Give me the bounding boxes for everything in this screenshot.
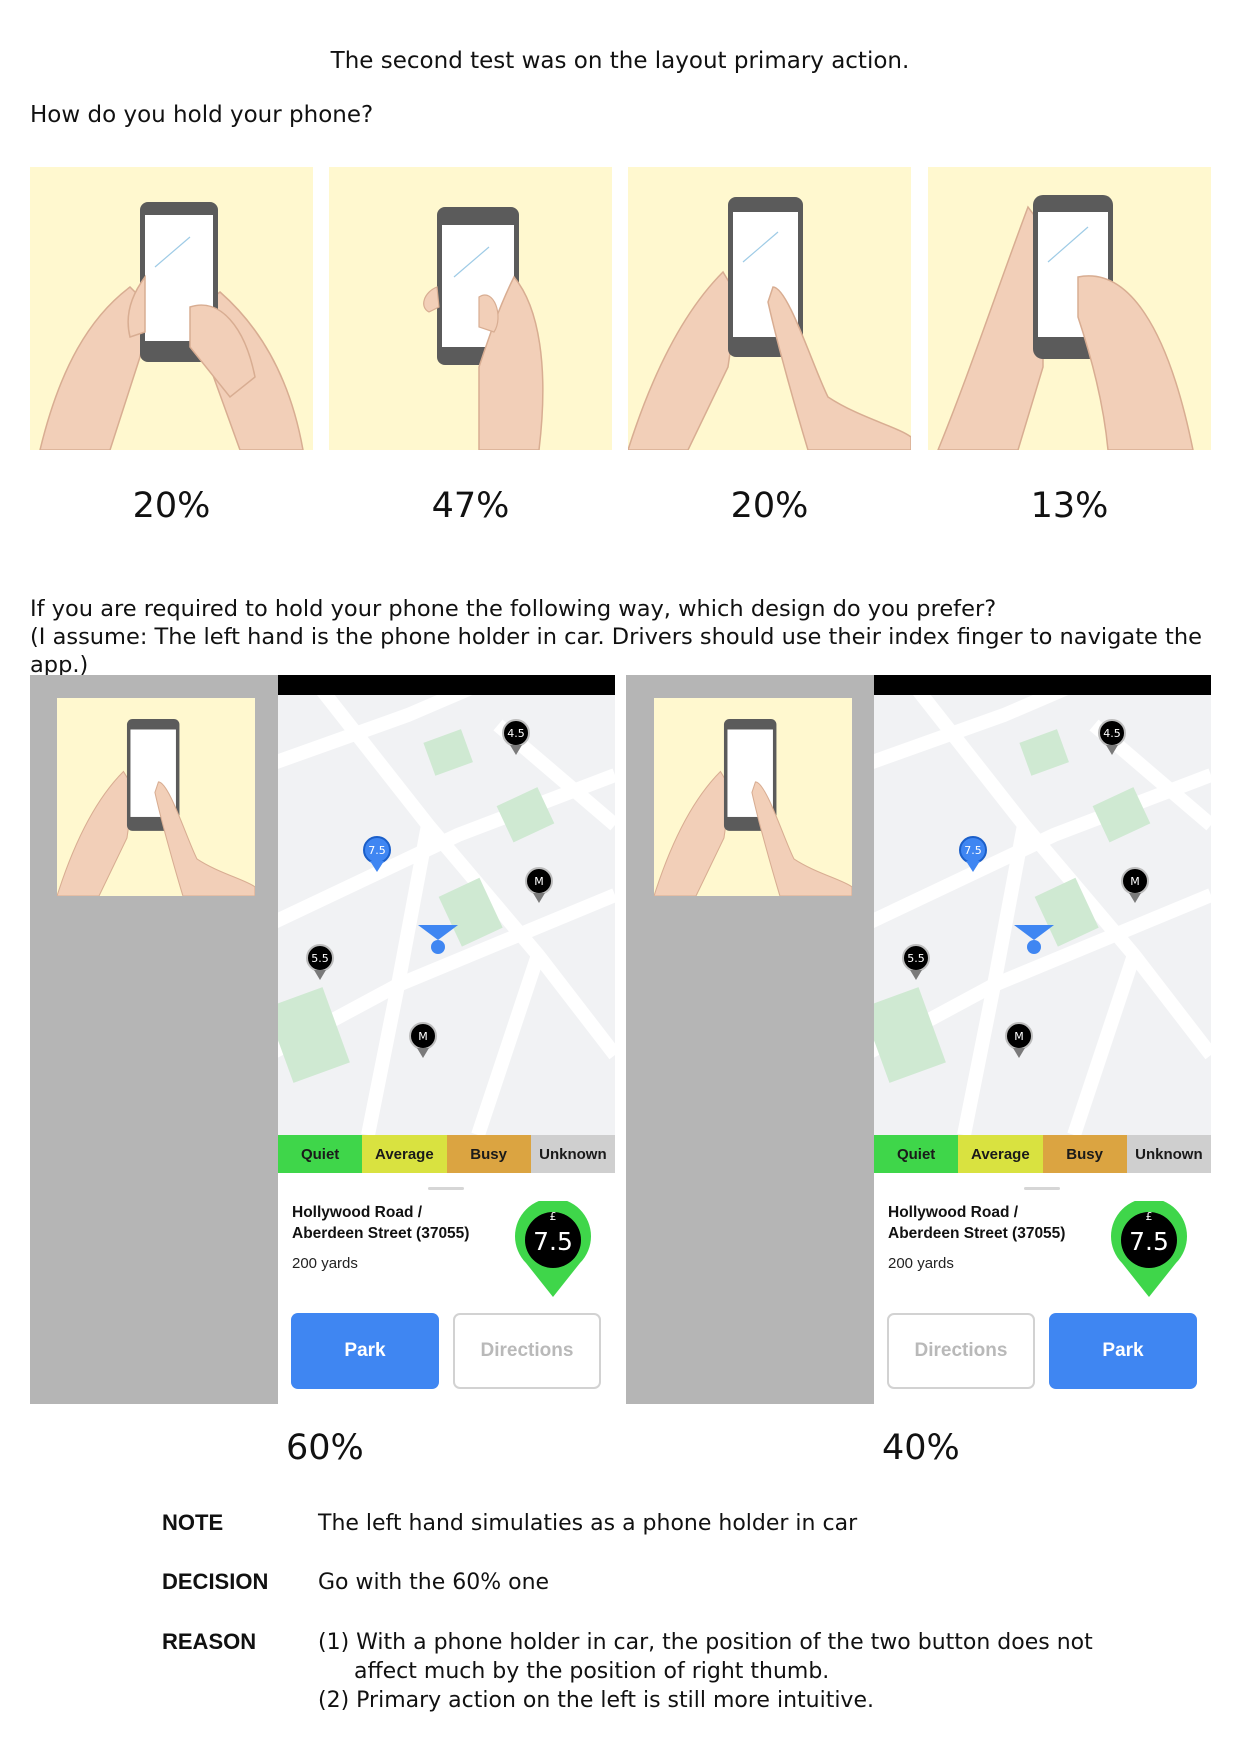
design-b-status-bar [874,675,1211,695]
design-a-map[interactable]: 4.5 7.5 M 5.5 M [278,695,615,1135]
map-pin-label: 7.5 [368,844,386,857]
question-design-line2: (I assume: The left hand is the phone ho… [30,624,1202,678]
legend-unknown: Unknown [1126,1135,1211,1173]
hold-style-one-hand-image [329,167,612,450]
price-value: 7.5 [533,1227,573,1256]
design-a-result: 60% [286,1428,364,1468]
map-pin-label: M [418,1030,428,1043]
hold-style-thumb-image [928,167,1211,450]
question-design-line1: If you are required to hold your phone t… [30,596,997,622]
design-a-hold-image [57,698,255,896]
design-b-bottom-sheet: Hollywood Road / Aberdeen Street (37055)… [874,1173,1211,1404]
legend-average: Average [958,1135,1043,1173]
map-pin-label: M [534,875,544,888]
page-heading: The second test was on the layout primar… [330,48,910,74]
price-currency: £ [1145,1210,1153,1223]
sheet-drag-handle[interactable] [428,1187,464,1190]
legend-average: Average [362,1135,447,1173]
map-pin-label: 7.5 [964,844,982,857]
design-a-status-bar [278,675,615,695]
map-pin-label: 5.5 [311,952,329,965]
price-pin-icon: £ 7.5 [1110,1198,1188,1297]
legend-busy: Busy [446,1135,531,1173]
legend-unknown: Unknown [530,1135,615,1173]
design-b-hold-image [654,698,852,896]
address-line-2: Aberdeen Street (37055) [292,1225,470,1242]
decision-text: Go with the 60% one [318,1570,550,1595]
design-b-map[interactable]: 4.5 7.5 M 5.5 M [874,695,1211,1135]
map-pin-label: M [1130,875,1140,888]
design-b-result: 40% [882,1428,960,1468]
legend-busy: Busy [1042,1135,1127,1173]
hold-result-2: 47% [431,486,510,526]
map-pin-label: 4.5 [507,727,525,740]
reason-1-line1: (1) With a phone holder in car, the posi… [318,1630,1093,1655]
hold-style-two-hands-image [30,167,313,450]
map-pin-label: 4.5 [1103,727,1121,740]
address-line-1: Hollywood Road / [888,1204,1019,1221]
sheet-drag-handle[interactable] [1024,1187,1060,1190]
price-currency: £ [549,1210,557,1223]
hold-result-1: 20% [132,486,211,526]
hold-result-3: 20% [730,486,809,526]
address-line-1: Hollywood Road / [292,1204,423,1221]
legend-quiet: Quiet [874,1135,959,1173]
design-b-occupancy-legend: Quiet Average Busy Unknown [874,1135,1211,1173]
park-button[interactable]: Park [291,1313,439,1389]
reason-1-line2: affect much by the position of right thu… [354,1659,830,1684]
distance-label: 200 yards [292,1255,358,1272]
hold-style-index-finger-image [628,167,911,450]
legend-quiet: Quiet [278,1135,363,1173]
map-pin-label: M [1014,1030,1024,1043]
question-hold-phone: How do you hold your phone? [30,102,374,128]
reason-label: REASON [162,1629,257,1654]
price-value: 7.5 [1129,1227,1169,1256]
hold-result-4: 13% [1030,486,1109,526]
decision-label: DECISION [162,1569,269,1594]
design-a-bottom-sheet: Hollywood Road / Aberdeen Street (37055)… [278,1173,615,1404]
directions-button[interactable]: Directions [887,1313,1035,1389]
reason-2: (2) Primary action on the left is still … [318,1688,874,1713]
note-label: NOTE [162,1510,224,1535]
park-button[interactable]: Park [1049,1313,1197,1389]
note-text: The left hand simulaties as a phone hold… [318,1511,858,1536]
distance-label: 200 yards [888,1255,954,1272]
address-line-2: Aberdeen Street (37055) [888,1225,1066,1242]
directions-button[interactable]: Directions [453,1313,601,1389]
design-a-occupancy-legend: Quiet Average Busy Unknown [278,1135,615,1173]
map-pin-label: 5.5 [907,952,925,965]
price-pin-icon: £ 7.5 [514,1198,592,1297]
